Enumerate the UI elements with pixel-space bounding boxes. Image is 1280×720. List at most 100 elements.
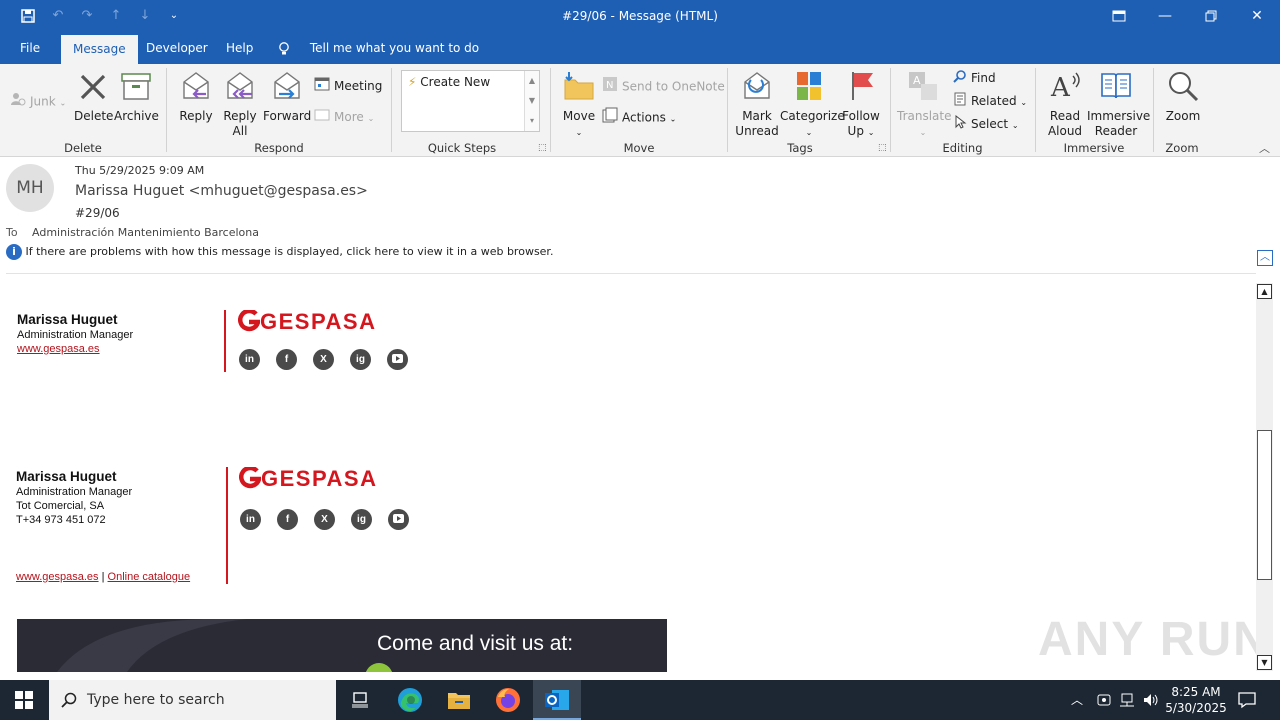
file-explorer-taskbar-button[interactable] xyxy=(435,680,483,720)
instagram-icon[interactable]: ig xyxy=(351,509,372,530)
group-divider xyxy=(550,68,551,152)
signature2-website-link[interactable]: www.gespasa.es xyxy=(16,571,99,583)
tab-developer[interactable]: Developer xyxy=(134,33,220,64)
maximize-button[interactable] xyxy=(1188,0,1234,33)
forward-label: Forward xyxy=(263,109,312,123)
immersive-reader-label-1: Immersive xyxy=(1087,109,1151,123)
header-divider xyxy=(6,273,1256,274)
show-hidden-icons-icon[interactable]: ︿ xyxy=(1071,691,1083,708)
close-button[interactable]: ✕ xyxy=(1234,0,1280,33)
taskbar-search[interactable]: Type here to search xyxy=(49,680,336,720)
linkedin-icon[interactable]: in xyxy=(240,509,261,530)
windows-taskbar: Type here to search ︿ 8:25 AM 5/30/2025 xyxy=(0,680,1280,720)
scroll-up-arrow-icon[interactable]: ▲ xyxy=(1257,284,1272,299)
more-respond-icon xyxy=(314,108,330,128)
outlook-taskbar-button[interactable] xyxy=(533,680,581,720)
categorize-button[interactable]: Categorize ⌄ xyxy=(780,70,845,140)
watermark: ANY RUN xyxy=(1038,613,1270,666)
svg-text:A: A xyxy=(1050,73,1071,102)
read-aloud-button[interactable]: A Read Aloud xyxy=(1044,70,1086,139)
linkedin-icon[interactable]: in xyxy=(239,349,260,370)
read-aloud-icon: A xyxy=(1044,70,1086,106)
signature1-website-link[interactable]: www.gespasa.es xyxy=(17,343,100,355)
svg-text:N: N xyxy=(606,80,613,91)
related-label: Related xyxy=(971,94,1017,108)
immersive-reader-button[interactable]: Immersive Reader xyxy=(1087,70,1150,139)
windows-logo-icon xyxy=(15,691,33,709)
youtube-icon[interactable] xyxy=(388,509,409,530)
quick-steps-launcher-icon[interactable]: ⬚ xyxy=(538,143,547,153)
message-recipient[interactable]: Administración Mantenimiento Barcelona xyxy=(32,226,259,239)
signature1-name: Marissa Huguet xyxy=(17,312,118,327)
zoom-button[interactable]: Zoom xyxy=(1162,70,1204,124)
window-title: #29/06 - Message (HTML) xyxy=(562,9,718,23)
start-button[interactable] xyxy=(0,680,48,720)
online-catalogue-link[interactable]: Online catalogue xyxy=(108,571,191,583)
reply-button[interactable]: Reply xyxy=(177,70,215,124)
network-icon[interactable] xyxy=(1119,692,1135,708)
youtube-icon[interactable] xyxy=(387,349,408,370)
quick-steps-scroll[interactable]: ▲ ▼ ▾ xyxy=(524,71,539,131)
mark-unread-button[interactable]: Mark Unread xyxy=(734,70,780,139)
collapse-ribbon-icon[interactable]: ︿ xyxy=(1259,140,1270,156)
expand-header-icon[interactable]: ︿ xyxy=(1257,250,1273,266)
reply-all-label-2: All xyxy=(232,124,248,138)
meeting-button[interactable]: Meeting xyxy=(314,76,382,96)
find-button[interactable]: Find xyxy=(953,68,996,88)
notifications-icon[interactable] xyxy=(1238,691,1256,709)
delete-button[interactable]: Delete xyxy=(74,72,114,124)
x-twitter-icon[interactable]: X xyxy=(314,509,335,530)
select-button[interactable]: Select ⌄ xyxy=(953,114,1019,134)
tab-file[interactable]: File xyxy=(8,33,52,64)
delete-label: Delete xyxy=(74,109,114,123)
translate-button[interactable]: A Translate ⌄ xyxy=(897,70,952,140)
info-icon: i xyxy=(6,244,22,260)
instagram-icon[interactable]: ig xyxy=(350,349,371,370)
message-sender[interactable]: Marissa Huguet <mhuguet@gespasa.es> xyxy=(75,183,368,199)
scroll-down-arrow-icon[interactable]: ▼ xyxy=(1257,655,1272,670)
quick-steps-gallery[interactable]: ⚡ Create New ▲ ▼ ▾ xyxy=(401,70,540,132)
delete-group-label: Delete xyxy=(64,141,102,155)
tell-me-search[interactable]: Tell me what you want to do xyxy=(278,33,479,64)
forward-button[interactable]: Forward xyxy=(263,70,311,124)
info-bar[interactable]: i If there are problems with how this me… xyxy=(6,244,553,260)
junk-button[interactable]: Junk ⌄ xyxy=(10,91,66,111)
signature1-red-divider xyxy=(224,310,226,372)
facebook-icon[interactable]: f xyxy=(276,349,297,370)
follow-up-button[interactable]: Follow Up ⌄ xyxy=(840,70,882,140)
message-scrollbar[interactable]: ▲ ▼ xyxy=(1256,283,1273,671)
task-view-button[interactable] xyxy=(337,680,385,720)
move-button[interactable]: Move ⌄ xyxy=(560,70,598,140)
related-button[interactable]: Related ⌄ xyxy=(953,91,1027,111)
firefox-taskbar-button[interactable] xyxy=(484,680,532,720)
edge-taskbar-button[interactable] xyxy=(386,680,434,720)
scroll-thumb[interactable] xyxy=(1257,430,1272,580)
ribbon-display-options-button[interactable] xyxy=(1096,0,1142,33)
tags-launcher-icon[interactable]: ⬚ xyxy=(878,143,887,153)
reply-all-button[interactable]: Reply All xyxy=(220,70,260,139)
volume-icon[interactable] xyxy=(1142,692,1160,708)
facebook-icon[interactable]: f xyxy=(277,509,298,530)
meet-now-icon[interactable] xyxy=(1096,692,1112,708)
cursor-icon xyxy=(953,114,967,135)
taskbar-clock[interactable]: 8:25 AM 5/30/2025 xyxy=(1164,684,1228,716)
signature2-brand-text: GESPASA xyxy=(261,466,378,491)
x-twitter-icon[interactable]: X xyxy=(313,349,334,370)
taskbar-search-placeholder: Type here to search xyxy=(87,692,225,708)
tab-help[interactable]: Help xyxy=(214,33,265,64)
immersive-reader-label-2: Reader xyxy=(1094,124,1138,138)
create-new-quickstep[interactable]: ⚡ Create New xyxy=(408,75,490,89)
minimize-button[interactable]: — xyxy=(1142,0,1188,33)
actions-button[interactable]: Actions ⌄ xyxy=(602,107,676,127)
move-folder-icon xyxy=(560,70,598,106)
send-to-onenote-button[interactable]: N Send to OneNote xyxy=(602,76,725,96)
forward-icon xyxy=(263,70,311,106)
more-respond-button[interactable]: More ⌄ xyxy=(314,107,374,127)
group-divider xyxy=(391,68,392,152)
search-icon xyxy=(953,69,967,89)
search-icon xyxy=(61,692,77,708)
more-respond-label: More xyxy=(334,110,364,124)
archive-button[interactable]: Archive xyxy=(114,72,159,124)
read-aloud-label-2: Aloud xyxy=(1047,124,1083,138)
tab-message[interactable]: Message xyxy=(61,35,138,64)
